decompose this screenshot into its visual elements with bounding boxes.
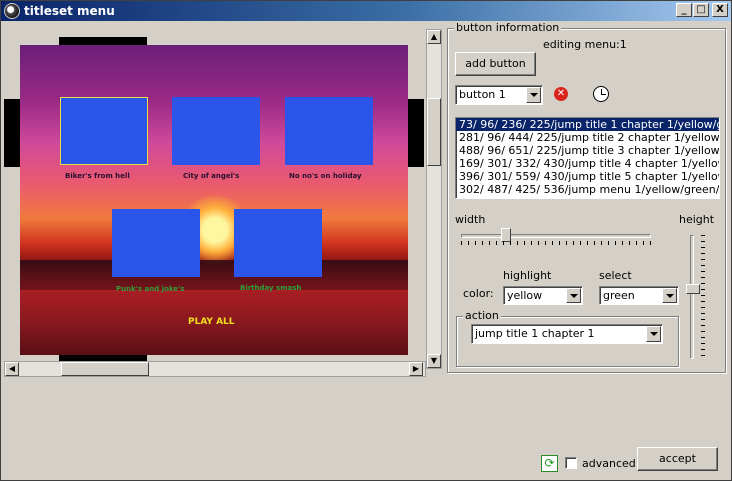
button-information-title: button information (454, 21, 562, 34)
width-slider-track[interactable] (461, 234, 651, 238)
list-item[interactable]: 302/ 487/ 425/ 536/jump menu 1/yellow/gr… (456, 183, 719, 196)
minimize-button[interactable]: _ (676, 3, 692, 17)
button-list[interactable]: 73/ 96/ 236/ 225/jump title 1 chapter 1/… (455, 117, 720, 199)
button-select-value: button 1 (459, 88, 506, 101)
advanced-checkbox[interactable] (565, 457, 577, 469)
menu-button-4-label: Punk's and joke's (116, 285, 185, 293)
action-dropdown[interactable]: jump title 1 chapter 1 (471, 324, 663, 344)
title-bar[interactable]: titleset menu _ □ X (1, 1, 731, 21)
menu-button-3-label: No no's on holiday (289, 172, 362, 180)
menu-button-1-label: Biker's from hell (65, 172, 130, 180)
refresh-icon[interactable]: ⟳ (541, 455, 558, 472)
select-label: select (599, 269, 632, 282)
preview-left-edge (4, 99, 20, 167)
highlight-color-dropdown[interactable]: yellow (503, 286, 583, 305)
chevron-down-icon[interactable] (566, 288, 581, 303)
editing-menu-label: editing menu:1 (543, 38, 627, 51)
height-slider-track[interactable] (690, 235, 694, 359)
clock-icon (593, 86, 609, 102)
play-all-label[interactable]: PLAY ALL (188, 317, 235, 327)
menu-button-3[interactable] (285, 97, 373, 165)
advanced-label: advanced (582, 457, 636, 470)
scroll-left-arrow-icon[interactable]: ◀ (5, 362, 19, 376)
color-label: color: (463, 287, 494, 300)
menu-background-image: Biker's from hell City of angel's No no'… (20, 45, 408, 355)
action-value: jump title 1 chapter 1 (475, 327, 595, 340)
list-item[interactable]: 169/ 301/ 332/ 430/jump title 4 chapter … (456, 157, 719, 170)
menu-button-5-label: Birthday smash (240, 284, 302, 292)
chevron-down-icon[interactable] (526, 87, 541, 103)
width-label: width (455, 213, 486, 226)
menu-button-1[interactable] (60, 97, 148, 165)
action-title: action (463, 309, 501, 322)
horizon-silhouette (20, 260, 408, 290)
button-select-dropdown[interactable]: button 1 (455, 85, 543, 105)
scroll-up-arrow-icon[interactable]: ▲ (427, 30, 441, 44)
menu-button-2-label: City of angel's (183, 172, 240, 180)
highlight-label: highlight (503, 269, 552, 282)
timer-button[interactable] (590, 83, 612, 105)
list-item[interactable]: 73/ 96/ 236/ 225/jump title 1 chapter 1/… (456, 118, 719, 131)
height-slider-thumb[interactable] (686, 284, 700, 294)
add-button-button[interactable]: add button (455, 52, 536, 76)
preview-horizontal-scrollbar[interactable]: ◀ ▶ (4, 361, 426, 377)
list-item[interactable]: 488/ 96/ 651/ 225/jump title 3 chapter 1… (456, 144, 719, 157)
height-slider-ticks (701, 235, 705, 359)
height-label: height (679, 213, 715, 226)
app-icon (4, 3, 20, 19)
chevron-down-icon[interactable] (646, 326, 661, 342)
close-button[interactable]: X (712, 3, 728, 17)
maximize-button[interactable]: □ (693, 3, 709, 17)
scroll-down-arrow-icon[interactable]: ▼ (427, 354, 441, 368)
scroll-right-arrow-icon[interactable]: ▶ (409, 362, 423, 376)
window-title: titleset menu (24, 4, 115, 18)
menu-button-5[interactable] (234, 209, 322, 277)
preview-top-bar (59, 37, 147, 45)
preview-vertical-scrollbar[interactable]: ▲ ▼ (426, 29, 442, 369)
menu-button-2[interactable] (172, 97, 260, 165)
menu-preview-area: Biker's from hell City of angel's No no'… (4, 29, 424, 361)
width-slider-ticks (461, 241, 651, 245)
horizontal-scroll-thumb[interactable] (61, 362, 149, 376)
list-item[interactable]: 281/ 96/ 444/ 225/jump title 2 chapter 1… (456, 131, 719, 144)
accept-button[interactable]: accept (637, 447, 718, 471)
select-color-dropdown[interactable]: green (599, 286, 679, 305)
highlight-color-value: yellow (507, 289, 543, 302)
titleset-menu-window: titleset menu _ □ X Biker's from hell Ci… (0, 0, 732, 481)
delete-icon[interactable]: ✕ (554, 87, 568, 101)
width-slider-thumb[interactable] (501, 228, 511, 242)
vertical-scroll-thumb[interactable] (427, 98, 441, 166)
preview-right-edge (408, 99, 424, 167)
menu-button-4[interactable] (112, 209, 200, 277)
list-item[interactable]: 396/ 301/ 559/ 430/jump title 5 chapter … (456, 170, 719, 183)
select-color-value: green (603, 289, 635, 302)
chevron-down-icon[interactable] (662, 288, 677, 303)
